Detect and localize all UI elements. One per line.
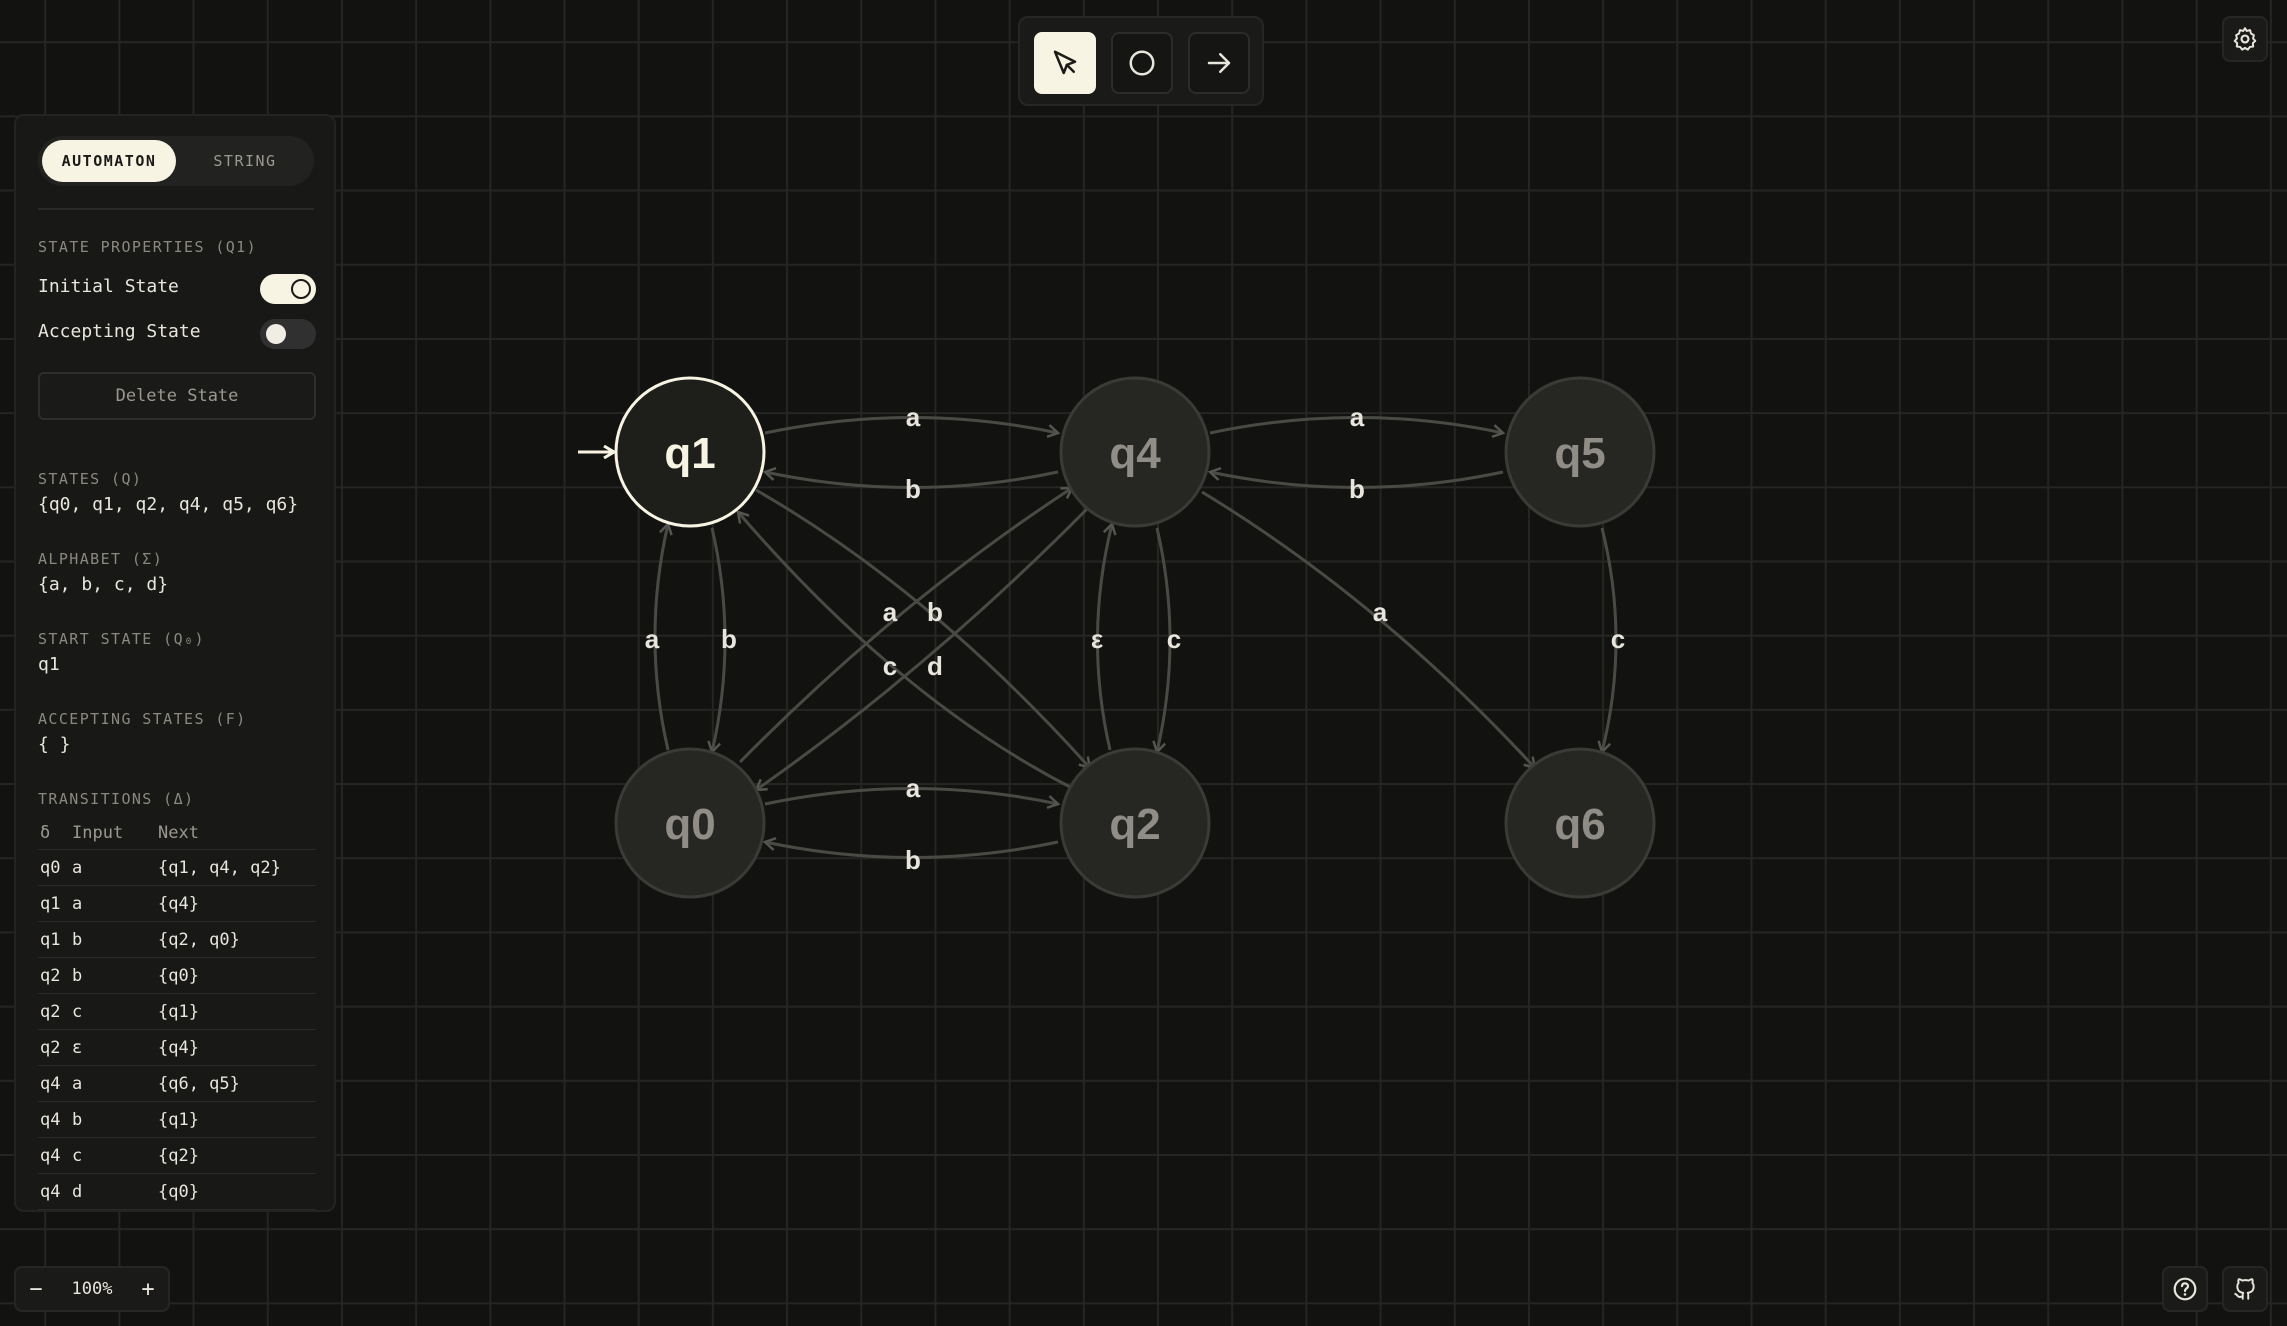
- mode-tabs: AUTOMATON STRING: [38, 136, 314, 186]
- states-label: STATES (Q): [38, 470, 143, 488]
- svg-text:q6: q6: [1554, 800, 1605, 849]
- edge-label: d: [927, 651, 943, 681]
- zoom-out-button[interactable]: −: [16, 1268, 56, 1310]
- edge-label: ε: [1091, 624, 1103, 654]
- toggle-knob: [266, 324, 286, 344]
- transitions-table: δ Input Next q0 a {q1, q4, q2} q1 a {q4} q1 b…: [38, 816, 316, 1210]
- toggle-knob: [291, 279, 311, 299]
- start-state-label: START STATE (Q₀): [38, 630, 205, 648]
- zoom-in-button[interactable]: +: [128, 1268, 168, 1310]
- gear-icon: [2233, 27, 2257, 51]
- zoom-controls: − 100% +: [14, 1266, 170, 1312]
- zoom-level: 100%: [71, 1279, 113, 1299]
- state-q4[interactable]: q4: [1059, 376, 1211, 528]
- tab-string[interactable]: STRING: [178, 140, 312, 182]
- edge-label: a: [1350, 402, 1365, 432]
- add-state-tool-button[interactable]: [1111, 32, 1173, 94]
- edge-label: c: [883, 651, 897, 681]
- github-button[interactable]: [2222, 1266, 2268, 1312]
- table-row: q4 a {q6, q5}: [38, 1066, 316, 1102]
- edge-label: b: [1349, 474, 1365, 504]
- accepting-states-label: ACCEPTING STATES (F): [38, 710, 247, 728]
- state-q0[interactable]: q0: [614, 747, 766, 899]
- edge-label: b: [905, 474, 921, 504]
- state-q5[interactable]: q5: [1504, 376, 1656, 528]
- table-row: q4 c {q2}: [38, 1138, 316, 1174]
- edge-label: a: [883, 597, 898, 627]
- initial-state-label: Initial State: [38, 276, 179, 297]
- accepting-state-toggle[interactable]: [260, 319, 316, 349]
- edge-q4-q6-a[interactable]: [1201, 490, 1535, 768]
- header-delta: δ: [40, 822, 51, 843]
- state-q6[interactable]: q6: [1504, 747, 1656, 899]
- table-row: q2 b {q0}: [38, 958, 316, 994]
- accepting-state-label: Accepting State: [38, 321, 201, 342]
- help-icon: [2173, 1277, 2197, 1301]
- add-transition-tool-button[interactable]: [1188, 32, 1250, 94]
- table-row: q0 a {q1, q4, q2}: [38, 850, 316, 886]
- svg-text:q2: q2: [1109, 800, 1160, 849]
- edge-label: c: [1167, 624, 1181, 654]
- edge-label: b: [927, 597, 943, 627]
- alphabet-value: {a, b, c, d}: [38, 574, 169, 595]
- table-row: q4 b {q1}: [38, 1102, 316, 1138]
- arrow-right-icon: [1207, 53, 1231, 73]
- table-row: q1 b {q2, q0}: [38, 922, 316, 958]
- edge-label: c: [1611, 624, 1625, 654]
- settings-button[interactable]: [2222, 16, 2268, 62]
- edge-q4-q0-d[interactable]: [756, 504, 1092, 790]
- automaton-canvas[interactable]: a b a b a b a b c d ε c a c a b q1 q4 q5…: [0, 0, 2287, 1326]
- transitions-label: TRANSITIONS (Δ): [38, 790, 195, 808]
- edge-q1-q2-b[interactable]: [755, 488, 1090, 768]
- header-input: Input: [72, 822, 124, 843]
- accepting-states-value: { }: [38, 734, 71, 755]
- cursor-icon: [1053, 50, 1077, 75]
- svg-text:q1: q1: [664, 429, 715, 478]
- circle-icon: [1129, 50, 1155, 76]
- edge-q2-q1-c[interactable]: [738, 512, 1073, 790]
- help-button[interactable]: [2162, 1266, 2208, 1312]
- state-q2[interactable]: q2: [1059, 747, 1211, 899]
- github-icon: [2234, 1278, 2255, 1300]
- states-value: {q0, q1, q2, q4, q5, q6}: [38, 494, 299, 515]
- edge-label: a: [645, 624, 660, 654]
- svg-text:q5: q5: [1554, 429, 1605, 478]
- table-row: q2 c {q1}: [38, 994, 316, 1030]
- select-tool-button[interactable]: [1034, 32, 1096, 94]
- delete-state-button[interactable]: Delete State: [38, 372, 316, 420]
- tab-automaton[interactable]: AUTOMATON: [42, 140, 176, 182]
- tool-palette: [1018, 16, 1264, 106]
- properties-sidebar: AUTOMATON STRING STATE PROPERTIES (Q1) I…: [14, 114, 336, 1212]
- initial-state-toggle[interactable]: [260, 274, 316, 304]
- start-state-value: q1: [38, 654, 60, 675]
- alphabet-label: ALPHABET (Σ): [38, 550, 164, 568]
- edge-q0-q4-a[interactable]: [738, 488, 1072, 764]
- edge-label: a: [906, 773, 921, 803]
- svg-text:q0: q0: [664, 800, 715, 849]
- header-next: Next: [158, 822, 199, 843]
- svg-text:q4: q4: [1109, 429, 1161, 478]
- state-q1[interactable]: q1: [614, 376, 766, 528]
- divider: [38, 208, 314, 210]
- state-properties-title: STATE PROPERTIES (Q1): [38, 238, 258, 256]
- transitions-header: δ Input Next: [38, 816, 316, 850]
- table-row: q2 ε {q4}: [38, 1030, 316, 1066]
- edge-label: b: [721, 624, 737, 654]
- edge-label: a: [1373, 597, 1388, 627]
- table-row: q4 d {q0}: [38, 1174, 316, 1210]
- edge-label: b: [905, 845, 921, 875]
- table-row: q1 a {q4}: [38, 886, 316, 922]
- edge-label: a: [906, 402, 921, 432]
